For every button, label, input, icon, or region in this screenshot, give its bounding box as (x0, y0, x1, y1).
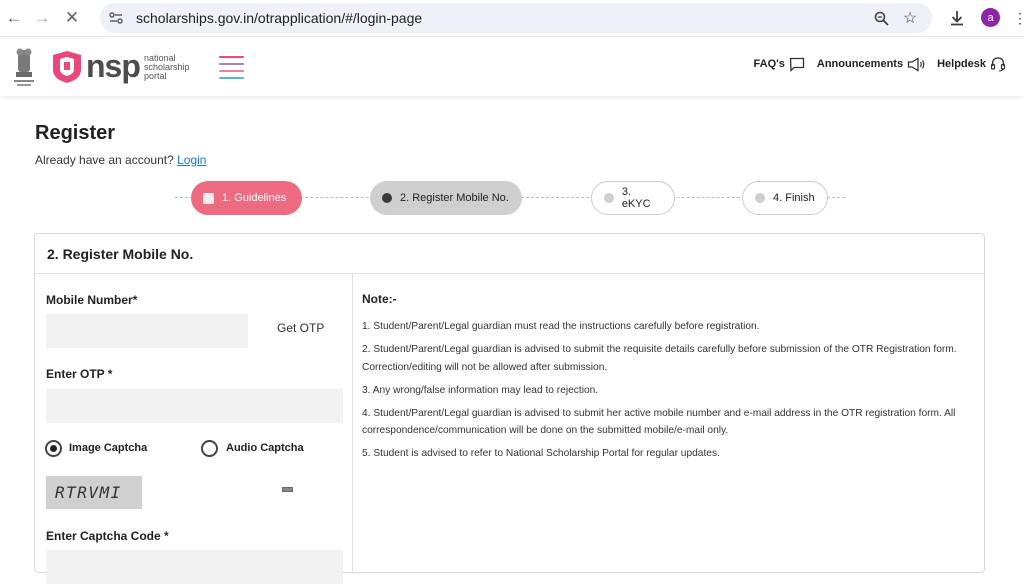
step-guidelines[interactable]: 1. Guidelines (191, 181, 302, 215)
helpdesk-link[interactable]: Helpdesk (937, 56, 1006, 72)
otp-input[interactable] (46, 389, 343, 423)
megaphone-icon (907, 56, 925, 72)
faq-link-label[interactable]: FAQ's (754, 58, 785, 70)
page-title: Register (35, 122, 116, 144)
nsp-logo-text: nsp (86, 48, 141, 84)
image-captcha-label[interactable]: Image Captcha (69, 442, 147, 454)
radio-selected-dot (50, 445, 57, 452)
mobile-number-input[interactable] (46, 314, 248, 348)
notes-list: 1. Student/Parent/Legal guardian must re… (362, 318, 972, 468)
get-otp-button[interactable]: Get OTP (277, 321, 324, 335)
step-ekyc[interactable]: 3. eKYC (591, 181, 675, 215)
step-label: 1. Guidelines (222, 192, 287, 204)
national-emblem-icon (14, 48, 34, 86)
captcha-refresh-icon[interactable] (282, 487, 293, 492)
column-divider (352, 274, 353, 574)
audio-captcha-label[interactable]: Audio Captcha (226, 442, 304, 454)
forward-arrow-icon[interactable]: → (32, 8, 52, 28)
url-text[interactable]: scholarships.gov.in/otrapplication/#/log… (136, 10, 422, 26)
browser-menu-icon[interactable]: ⋮ (1010, 8, 1024, 28)
note-item: 5. Student is advised to refer to Nation… (362, 448, 720, 459)
chat-icon (789, 57, 805, 72)
profile-avatar[interactable]: a (981, 8, 1000, 27)
note-item: 4. Student/Parent/Legal guardian is advi… (362, 407, 956, 437)
image-captcha-radio[interactable] (45, 440, 62, 457)
announcements-link[interactable]: Announcements (817, 56, 925, 72)
step-pending-dot-icon (755, 193, 765, 203)
logo-sub-line: portal (144, 71, 167, 81)
stop-loading-icon[interactable]: ✕ (62, 8, 82, 28)
step-label: 2. Register Mobile No. (400, 192, 509, 204)
hamburger-menu-icon[interactable] (219, 56, 244, 79)
captcha-image: RTRVMI (46, 476, 142, 509)
step-label: 3. eKYC (621, 186, 651, 210)
step-register-mobile[interactable]: 2. Register Mobile No. (370, 181, 522, 215)
zoom-icon[interactable] (873, 10, 889, 26)
register-mobile-card: 2. Register Mobile No. Mobile Number* Ge… (34, 233, 985, 584)
card-title: 2. Register Mobile No. (47, 246, 194, 262)
header-links: FAQ's Announcements Helpdesk (754, 56, 1006, 72)
card-header: 2. Register Mobile No. (35, 234, 984, 274)
back-arrow-icon[interactable]: ← (4, 8, 24, 28)
step-done-icon (203, 192, 214, 204)
headset-icon (990, 57, 1006, 72)
bookmark-star-icon[interactable]: ☆ (902, 10, 918, 27)
captcha-code-input[interactable] (46, 550, 343, 584)
captcha-code-label: Enter Captcha Code * (46, 529, 169, 543)
announcements-link-label[interactable]: Announcements (817, 58, 903, 70)
step-active-dot-icon (382, 193, 392, 203)
helpdesk-link-label[interactable]: Helpdesk (937, 58, 986, 70)
nsp-logo-shield-icon (53, 51, 81, 83)
login-prompt: Already have an account? Login (35, 153, 206, 167)
nsp-logo-subtitle: national scholarship portal (144, 54, 190, 81)
login-link[interactable]: Login (177, 153, 206, 167)
site-settings-icon[interactable] (108, 10, 124, 26)
note-title: Note:- (362, 292, 397, 306)
faq-link[interactable]: FAQ's (754, 56, 805, 72)
audio-captcha-radio[interactable] (201, 440, 218, 457)
step-finish[interactable]: 4. Finish (742, 181, 828, 215)
site-header: nsp national scholarship portal FAQ's An… (0, 38, 1024, 96)
mobile-number-label: Mobile Number* (46, 293, 138, 307)
step-pending-dot-icon (604, 193, 614, 203)
note-item: 1. Student/Parent/Legal guardian must re… (362, 321, 760, 332)
address-bar[interactable]: scholarships.gov.in/otrapplication/#/log… (100, 3, 932, 33)
browser-toolbar: ← → ✕ scholarships.gov.in/otrapplication… (0, 0, 1024, 37)
login-prompt-text: Already have an account? (35, 153, 174, 167)
otp-label: Enter OTP * (46, 367, 113, 381)
download-icon[interactable] (947, 8, 967, 28)
note-item: 2. Student/Parent/Legal guardian is advi… (362, 344, 957, 373)
note-item: 3. Any wrong/false information may lead … (362, 384, 599, 396)
step-label: 4. Finish (773, 192, 815, 204)
